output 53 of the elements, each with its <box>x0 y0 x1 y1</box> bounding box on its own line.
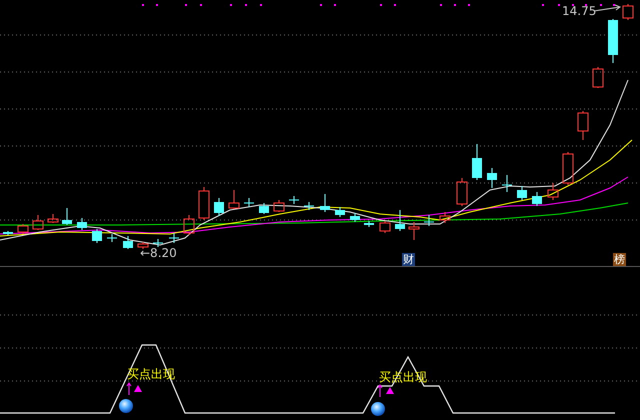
candlestick <box>487 168 497 188</box>
candlestick <box>48 214 58 224</box>
candlestick <box>578 110 588 140</box>
ball-icon <box>119 399 133 413</box>
chart-marker[interactable]: 榜 <box>613 253 626 266</box>
candlestick <box>32 214 44 230</box>
candlestick <box>320 194 330 212</box>
high-price-label: 14.75 <box>562 4 596 18</box>
candlestick <box>184 214 194 236</box>
triangle-icon <box>386 387 394 394</box>
triangle-icon <box>134 385 142 392</box>
candlestick <box>214 198 224 216</box>
pointer-arrow-icon <box>594 4 622 12</box>
candlestick <box>532 192 542 206</box>
candlestick <box>424 214 434 226</box>
candlestick <box>608 18 618 64</box>
candlestick <box>622 4 634 20</box>
candlestick <box>228 190 240 210</box>
candlestick <box>62 208 72 226</box>
candlestick <box>259 202 269 214</box>
candlestick <box>395 210 405 232</box>
candlestick <box>456 178 468 206</box>
candlestick <box>335 206 345 218</box>
candlestick <box>244 198 254 208</box>
candlestick <box>198 186 210 220</box>
candlestick <box>408 222 420 240</box>
candlestick <box>548 182 558 200</box>
candlestick <box>168 232 180 244</box>
candlestick <box>138 242 148 250</box>
chart-marker[interactable]: 财 <box>402 253 415 266</box>
up-arrow-icon <box>378 384 382 398</box>
candlestick <box>123 236 133 250</box>
candlestick <box>380 220 390 234</box>
ball-icon <box>371 402 385 416</box>
candlestick <box>77 218 87 230</box>
candlestick <box>517 186 527 200</box>
candlestick <box>92 228 102 244</box>
candlestick <box>3 230 13 236</box>
candlestick <box>502 174 512 192</box>
candlestick <box>106 234 118 242</box>
candlestick <box>18 224 28 234</box>
candlestick <box>364 220 374 228</box>
candlestick <box>350 212 360 222</box>
candlestick <box>472 144 482 180</box>
candlestick <box>152 238 164 248</box>
candlestick <box>304 202 314 210</box>
up-arrow-icon <box>126 382 132 396</box>
candlestick <box>562 152 574 186</box>
candlestick <box>592 66 604 88</box>
candlestick <box>274 200 284 212</box>
candlestick <box>440 212 450 224</box>
candlestick <box>288 196 300 204</box>
low-price-label: ←8.20 <box>140 246 177 260</box>
